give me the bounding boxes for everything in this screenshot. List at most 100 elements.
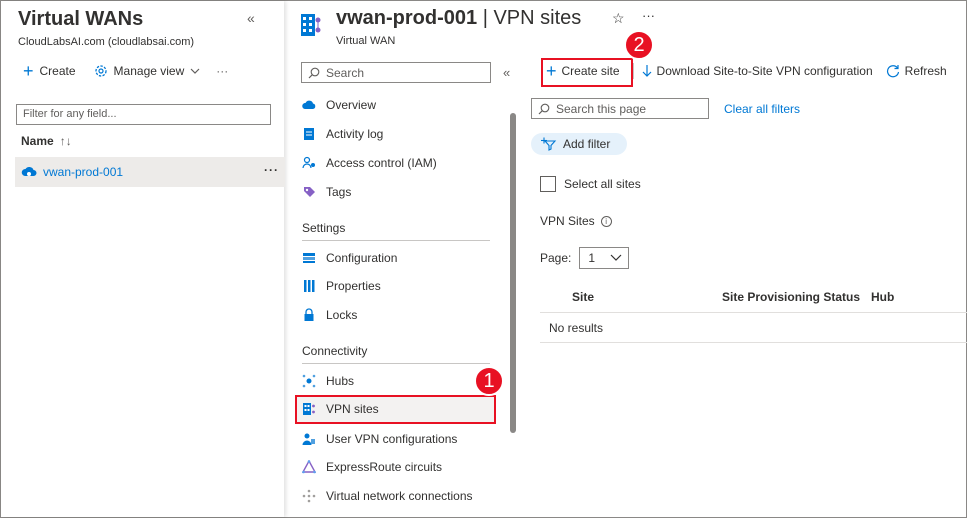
refresh-icon bbox=[886, 65, 899, 78]
add-filter-icon bbox=[541, 137, 557, 151]
menu-item-label: Virtual network connections bbox=[326, 489, 473, 503]
vnet-connection-icon bbox=[302, 489, 316, 503]
collapse-menu-button[interactable]: « bbox=[503, 65, 510, 80]
empty-state-text: No results bbox=[549, 321, 604, 335]
gear-icon bbox=[94, 65, 107, 77]
panel-toolbar: + Create Manage view ··· bbox=[23, 61, 228, 81]
search-page-placeholder: Search this page bbox=[556, 101, 647, 116]
select-all-checkbox[interactable] bbox=[540, 176, 556, 192]
expressroute-icon bbox=[302, 460, 316, 474]
menu-item-label: Properties bbox=[326, 279, 381, 293]
select-all-label: Select all sites bbox=[564, 177, 641, 191]
connectivity-section-header: Connectivity bbox=[302, 344, 368, 358]
panel-title: Virtual WANs bbox=[18, 8, 144, 30]
user-vpn-icon bbox=[302, 432, 316, 446]
highlight-vpn-sites bbox=[295, 395, 496, 424]
section-divider bbox=[302, 363, 490, 364]
name-column-label: Name bbox=[21, 134, 54, 148]
download-label: Download Site-to-Site VPN configuration bbox=[656, 64, 873, 78]
column-header-provisioning-status[interactable]: Site Provisioning Status bbox=[722, 290, 860, 304]
menu-item-locks[interactable]: Locks bbox=[296, 302, 496, 328]
menu-item-label: Overview bbox=[326, 98, 377, 112]
overview-icon bbox=[302, 98, 316, 112]
menu-item-label: Tags bbox=[326, 185, 352, 199]
create-site-button[interactable]: + Create site bbox=[546, 61, 620, 81]
menu-item-properties[interactable]: Properties bbox=[296, 273, 496, 299]
command-bar: + Create site Download Site-to-Site VPN … bbox=[541, 61, 960, 81]
menu-item-expressroute-circuits[interactable]: ExpressRoute circuits bbox=[296, 454, 496, 480]
menu-item-virtual-network-connections[interactable]: Virtual network connections bbox=[296, 483, 496, 509]
hub-icon bbox=[302, 374, 316, 388]
search-page-input[interactable]: Search this page bbox=[531, 98, 709, 119]
menu-item-label: Hubs bbox=[326, 374, 355, 388]
more-actions-button[interactable]: ··· bbox=[216, 64, 228, 78]
menu-item-activity-log[interactable]: Activity log bbox=[296, 121, 496, 147]
column-header-hub[interactable]: Hub bbox=[871, 290, 894, 304]
lock-icon bbox=[302, 308, 316, 322]
create-button[interactable]: + Create bbox=[23, 61, 76, 81]
settings-section-header: Settings bbox=[302, 221, 346, 235]
activity-log-icon bbox=[302, 127, 316, 141]
menu-item-label: Access control (IAM) bbox=[326, 156, 437, 170]
configuration-icon bbox=[302, 251, 316, 265]
manage-view-label: Manage view bbox=[113, 64, 185, 78]
tag-icon bbox=[302, 185, 316, 199]
table-header-divider bbox=[540, 312, 967, 313]
manage-view-button[interactable]: Manage view bbox=[94, 64, 201, 78]
menu-item-label: Configuration bbox=[326, 251, 398, 265]
menu-item-access-control[interactable]: Access control (IAM) bbox=[296, 150, 496, 176]
star-icon[interactable]: ☆ bbox=[612, 10, 625, 27]
menu-item-tags[interactable]: Tags bbox=[296, 179, 496, 205]
plus-icon: + bbox=[546, 61, 557, 81]
chevron-down-icon bbox=[190, 68, 200, 74]
name-column-header[interactable]: Name ↑↓ bbox=[21, 134, 72, 148]
create-label: Create bbox=[39, 64, 76, 78]
refresh-button[interactable]: Refresh bbox=[886, 64, 947, 78]
step-badge-1: 1 bbox=[474, 366, 504, 396]
virtual-wans-panel: Virtual WANs CloudLabsAI.com (cloudlabsa… bbox=[1, 1, 285, 517]
more-icon[interactable]: ··· bbox=[642, 8, 655, 23]
collapse-panel-button[interactable]: « bbox=[247, 10, 255, 26]
plus-icon: + bbox=[23, 61, 34, 81]
table-row-divider bbox=[540, 342, 967, 343]
select-all-row: Select all sites bbox=[540, 176, 641, 192]
resource-type: Virtual WAN bbox=[336, 35, 396, 47]
vpn-sites-label: VPN Sites bbox=[540, 214, 595, 228]
virtual-wan-icon bbox=[21, 166, 37, 176]
menu-search-placeholder: Search bbox=[326, 65, 365, 80]
clear-all-filters-link[interactable]: Clear all filters bbox=[724, 102, 800, 116]
row-more-button[interactable]: ··· bbox=[264, 163, 279, 177]
command-separator bbox=[632, 63, 634, 79]
list-item[interactable]: vwan-prod-001 ··· bbox=[15, 157, 285, 187]
menu-item-label: Activity log bbox=[326, 127, 384, 141]
filter-input[interactable]: Filter for any field... bbox=[16, 104, 271, 125]
column-header-site[interactable]: Site bbox=[572, 290, 594, 304]
menu-item-overview[interactable]: Overview bbox=[296, 92, 496, 118]
page-title: vwan-prod-001 | VPN sites bbox=[336, 7, 581, 30]
download-configuration-button[interactable]: Download Site-to-Site VPN configuration bbox=[642, 64, 873, 78]
vpn-sites-heading: VPN Sites i bbox=[540, 214, 612, 228]
vpn-sites-header-icon bbox=[301, 14, 321, 36]
add-filter-button[interactable]: Add filter bbox=[531, 133, 627, 155]
search-icon bbox=[538, 103, 550, 114]
panel-subtitle: CloudLabsAI.com (cloudlabsai.com) bbox=[18, 36, 195, 48]
resource-name: vwan-prod-001 bbox=[336, 7, 478, 29]
menu-search-input[interactable]: Search bbox=[301, 62, 491, 83]
refresh-label: Refresh bbox=[904, 64, 947, 78]
menu-item-hubs[interactable]: Hubs bbox=[296, 368, 496, 394]
add-filter-label: Add filter bbox=[563, 137, 611, 151]
menu-scrollbar[interactable] bbox=[510, 113, 516, 433]
menu-item-user-vpn-configurations[interactable]: User VPN configurations bbox=[296, 426, 496, 452]
page-name: VPN sites bbox=[493, 7, 582, 29]
info-icon[interactable]: i bbox=[600, 215, 612, 227]
iam-icon bbox=[302, 156, 316, 170]
page-dropdown[interactable]: 1 bbox=[579, 247, 630, 269]
step-badge-2: 2 bbox=[624, 30, 654, 60]
title-separator: | bbox=[477, 7, 494, 29]
vwan-link[interactable]: vwan-prod-001 bbox=[43, 165, 123, 179]
menu-item-label: ExpressRoute circuits bbox=[326, 460, 443, 474]
pagination: Page: 1 bbox=[540, 247, 630, 269]
properties-icon bbox=[302, 279, 316, 293]
menu-item-configuration[interactable]: Configuration bbox=[296, 245, 496, 271]
chevron-down-icon bbox=[610, 254, 622, 261]
